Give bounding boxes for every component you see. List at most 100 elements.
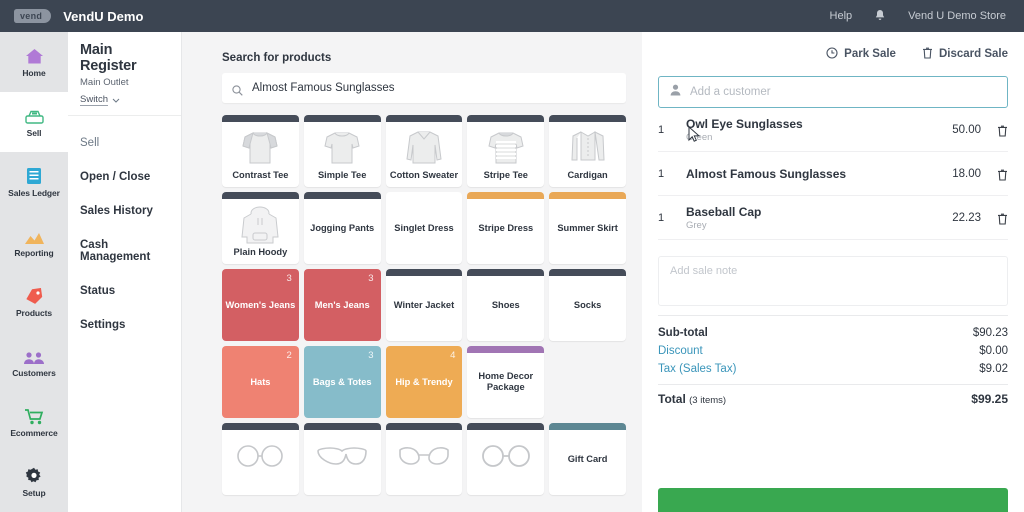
product-tile-color-bar [467,423,545,430]
tag-icon [23,287,45,305]
store-name[interactable]: Vend U Demo Store [908,10,1006,22]
search-input[interactable]: Almost Famous Sunglasses [222,73,626,103]
product-tile-color-bar [303,423,381,430]
product-tile[interactable]: Hats 2 [222,346,299,418]
product-tile-color-bar [467,115,545,122]
sweater-icon [386,124,463,171]
product-tile[interactable]: Winter Jacket [385,269,463,341]
product-tile-label: Stripe Tee [483,170,528,181]
rail-item-ecommerce[interactable]: Ecommerce [0,392,68,452]
outlet-name: Main Outlet [80,77,129,88]
sale-line-item[interactable]: 1 Owl Eye Sunglasses Green 50.00 [658,108,1008,152]
search-value: Almost Famous Sunglasses [252,82,395,94]
product-tile[interactable]: Women's Jeans 3 [222,269,299,341]
chevron-down-icon [112,95,120,106]
register-sidebar: Main Register Main Outlet Switch Sell Op… [68,32,182,512]
sale-line-info: Owl Eye Sunglasses Green [686,117,952,143]
add-customer-input[interactable]: Add a customer [658,76,1008,108]
discount-row[interactable]: Discount $0.00 [658,342,1008,360]
product-tile[interactable]: Hip & Trendy 4 [385,346,463,418]
subnav-item-cash-management[interactable]: Cash Management [68,228,181,274]
gear-icon [23,467,45,485]
rail-label: Reporting [14,247,54,258]
product-tile[interactable]: Cardigan [549,115,626,187]
trash-icon[interactable] [997,212,1008,225]
product-tile-label [467,489,544,495]
register-name: Main Register [80,42,137,74]
rail-item-sell[interactable]: Sell [0,92,68,152]
trash-icon[interactable] [997,168,1008,181]
help-link[interactable]: Help [830,10,853,22]
product-tile[interactable]: Gift Card [549,423,626,495]
product-tile-color-bar [467,269,545,276]
product-tile[interactable]: Bags & Totes 3 [303,346,381,418]
product-tile-color-bar [549,115,626,122]
sale-line-price: 22.23 [952,211,981,224]
tax-row[interactable]: Tax (Sales Tax) $9.02 [658,360,1008,378]
rail-item-home[interactable]: Home [0,32,68,92]
product-tile-color-bar [385,423,463,430]
rail-label: Sales Ledger [8,187,60,198]
park-sale-label: Park Sale [844,48,896,60]
vend-logo: vend [14,9,52,23]
product-tile-label: Plain Hoody [233,247,288,258]
product-tile[interactable]: Shoes [467,269,545,341]
product-tile[interactable]: Socks [549,269,626,341]
product-tile-label: Simple Tee [317,170,367,181]
trash-icon[interactable] [997,124,1008,137]
product-tile[interactable]: Home Decor Package [467,346,545,418]
rail-item-sales-ledger[interactable]: Sales Ledger [0,152,68,212]
product-tile[interactable] [303,423,381,495]
product-tile-label: Jogging Pants [310,222,375,233]
sale-line-item[interactable]: 1 Almost Famous Sunglasses 18.00 [658,152,1008,196]
sale-line-name: Owl Eye Sunglasses [686,116,803,131]
product-tile[interactable]: Jogging Pants [303,192,381,264]
park-sale-button[interactable]: Park Sale [826,46,896,62]
hoody-icon [222,201,299,248]
product-tile[interactable]: Simple Tee [303,115,381,187]
product-tile[interactable]: Stripe Tee [467,115,545,187]
product-tile-label: Gift Card [567,453,608,464]
subtotal-amount: $90.23 [972,327,1008,339]
product-tile[interactable] [467,423,545,495]
rail-item-reporting[interactable]: Reporting [0,212,68,272]
subnav-item-status[interactable]: Status [68,274,181,308]
glasses-cat-icon [386,432,463,479]
rail-label: Setup [22,487,46,498]
sale-note-input[interactable]: Add sale note [658,256,1008,306]
rail-item-setup[interactable]: Setup [0,452,68,512]
product-tile[interactable]: Plain Hoody [222,192,299,264]
sale-line-item[interactable]: 1 Baseball Cap Grey 22.23 [658,196,1008,240]
subnav-item-sell[interactable]: Sell [68,126,181,160]
product-tile[interactable]: Stripe Dress [467,192,545,264]
product-tile[interactable]: Cotton Sweater [385,115,463,187]
bell-icon[interactable] [874,9,886,24]
product-tile[interactable]: Men's Jeans 3 [303,269,381,341]
register-header: Main Register Main Outlet Switch [68,32,181,116]
sale-line-variant: Grey [686,219,707,231]
product-tile[interactable] [385,423,463,495]
product-tile[interactable]: Singlet Dress [385,192,463,264]
subnav-item-open-close[interactable]: Open / Close [68,160,181,194]
sale-line-info: Baseball Cap Grey [686,205,952,231]
product-tile[interactable]: Contrast Tee [222,115,299,187]
product-tile-label [222,489,299,495]
glasses-wayfarer-icon [304,432,381,479]
sale-line-name: Almost Famous Sunglasses [686,166,847,181]
switch-register-button[interactable]: Switch [80,94,120,106]
product-tile-color-bar [386,192,463,199]
pay-button[interactable] [658,488,1008,512]
product-tile[interactable] [222,423,299,495]
rail-item-customers[interactable]: Customers [0,332,68,392]
person-icon [670,83,681,101]
vend-pos-app: vend VendU Demo Help Vend U Demo Store H… [0,0,1024,512]
discard-sale-button[interactable]: Discard Sale [922,47,1008,62]
subnav-item-sales-history[interactable]: Sales History [68,194,181,228]
product-tile-color-bar [222,115,299,122]
product-tile-count: 2 [286,350,292,361]
product-tile[interactable]: Summer Skirt [549,192,626,264]
product-tile-label: Singlet Dress [394,222,454,233]
subnav-item-settings[interactable]: Settings [68,308,181,342]
rail-item-products[interactable]: Products [0,272,68,332]
product-tile-label [386,489,463,495]
